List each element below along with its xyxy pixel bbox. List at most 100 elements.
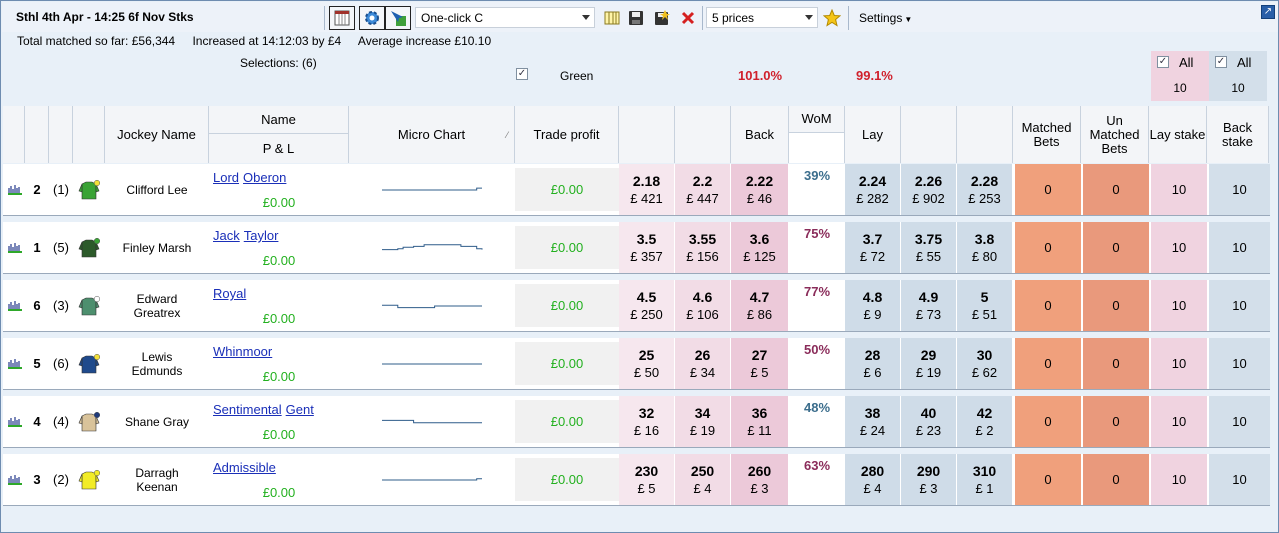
- lay-price-cell[interactable]: 310 £ 1: [957, 454, 1013, 505]
- back-price-cell[interactable]: 260 £ 3: [731, 454, 789, 505]
- green-checkbox[interactable]: ✓: [516, 68, 528, 80]
- back-price-cell[interactable]: 36 £ 11: [731, 396, 789, 447]
- header-back[interactable]: Back: [731, 106, 789, 163]
- lay-price-cell[interactable]: 2.26 £ 902: [901, 164, 957, 215]
- graph-cell[interactable]: [3, 222, 25, 273]
- back-price-cell[interactable]: 2.18 £ 421: [619, 164, 675, 215]
- runner-name-link[interactable]: Sentimental: [213, 402, 282, 417]
- lay-price-cell[interactable]: 40 £ 23: [901, 396, 957, 447]
- prices-select[interactable]: 5 prices: [706, 7, 818, 28]
- delete-button[interactable]: [675, 6, 701, 30]
- favourite-button[interactable]: [819, 6, 845, 30]
- back-stake-input[interactable]: 10: [1209, 338, 1270, 389]
- all-back-checkbox[interactable]: ✓: [1215, 56, 1227, 68]
- runner-name-link[interactable]: Jack: [213, 228, 240, 243]
- header-wom[interactable]: WoM: [789, 106, 845, 133]
- back-stake-input[interactable]: 10: [1209, 396, 1270, 447]
- columns-button[interactable]: [599, 6, 625, 30]
- lay-price-cell[interactable]: 28 £ 6: [845, 338, 901, 389]
- graph-cell[interactable]: [3, 280, 25, 331]
- header-lay-stake[interactable]: Lay stake: [1149, 106, 1207, 163]
- unmatched-bets[interactable]: 0: [1083, 164, 1149, 215]
- cursor-tool-button[interactable]: [385, 6, 411, 30]
- header-back-stake[interactable]: Back stake: [1207, 106, 1269, 163]
- lay-price-cell[interactable]: 4.8 £ 9: [845, 280, 901, 331]
- back-stake-input[interactable]: 10: [1209, 164, 1270, 215]
- header-jockey[interactable]: Jockey Name: [105, 106, 209, 163]
- header-trade-profit[interactable]: Trade profit: [515, 106, 619, 163]
- matched-bets[interactable]: 0: [1015, 338, 1081, 389]
- lay-stake-input[interactable]: 10: [1151, 164, 1207, 215]
- lay-price-cell[interactable]: 29 £ 19: [901, 338, 957, 389]
- back-stake-input[interactable]: 10: [1209, 454, 1270, 505]
- unmatched-bets[interactable]: 0: [1083, 222, 1149, 273]
- lay-price-cell[interactable]: 2.28 £ 253: [957, 164, 1013, 215]
- back-price-cell[interactable]: 25 £ 50: [619, 338, 675, 389]
- save-as-button[interactable]: [649, 6, 675, 30]
- lay-price-cell[interactable]: 2.24 £ 282: [845, 164, 901, 215]
- matched-bets[interactable]: 0: [1015, 454, 1081, 505]
- lay-stake-input[interactable]: 10: [1151, 280, 1207, 331]
- header-matched-bets[interactable]: Matched Bets: [1013, 106, 1081, 163]
- runner-name-link[interactable]: Gent: [286, 402, 314, 417]
- back-price-cell[interactable]: 32 £ 16: [619, 396, 675, 447]
- back-price-cell[interactable]: 250 £ 4: [675, 454, 731, 505]
- back-stake-input[interactable]: 10: [1209, 280, 1270, 331]
- settings-menu[interactable]: Settings ▼: [859, 11, 912, 25]
- header-name[interactable]: Name: [209, 106, 349, 134]
- settings-gear-button[interactable]: [359, 6, 385, 30]
- lay-price-cell[interactable]: 280 £ 4: [845, 454, 901, 505]
- graph-cell[interactable]: [3, 396, 25, 447]
- lay-price-cell[interactable]: 3.8 £ 80: [957, 222, 1013, 273]
- back-price-cell[interactable]: 230 £ 5: [619, 454, 675, 505]
- lay-price-cell[interactable]: 38 £ 24: [845, 396, 901, 447]
- back-stake-input[interactable]: 10: [1209, 222, 1270, 273]
- all-back-value[interactable]: 10: [1209, 81, 1267, 95]
- lay-price-cell[interactable]: 42 £ 2: [957, 396, 1013, 447]
- runner-name-link[interactable]: Royal: [213, 286, 246, 301]
- back-price-cell[interactable]: 26 £ 34: [675, 338, 731, 389]
- unmatched-bets[interactable]: 0: [1083, 454, 1149, 505]
- lay-stake-input[interactable]: 10: [1151, 338, 1207, 389]
- back-price-cell[interactable]: 3.5 £ 357: [619, 222, 675, 273]
- lay-price-cell[interactable]: 4.9 £ 73: [901, 280, 957, 331]
- runner-name-link[interactable]: Whinmoor: [213, 344, 272, 359]
- lay-price-cell[interactable]: 5 £ 51: [957, 280, 1013, 331]
- header-pl[interactable]: P & L: [209, 134, 349, 163]
- runner-name-link[interactable]: Admissible: [213, 460, 276, 475]
- all-lay-value[interactable]: 10: [1151, 81, 1209, 95]
- back-price-cell[interactable]: 4.7 £ 86: [731, 280, 789, 331]
- back-price-cell[interactable]: 4.5 £ 250: [619, 280, 675, 331]
- graph-cell[interactable]: [3, 338, 25, 389]
- lay-stake-input[interactable]: 10: [1151, 454, 1207, 505]
- lay-stake-input[interactable]: 10: [1151, 222, 1207, 273]
- matched-bets[interactable]: 0: [1015, 396, 1081, 447]
- header-unmatched-bets[interactable]: Un Matched Bets: [1081, 106, 1149, 163]
- one-click-select[interactable]: One-click C: [415, 7, 595, 28]
- lay-price-cell[interactable]: 3.75 £ 55: [901, 222, 957, 273]
- lay-price-cell[interactable]: 290 £ 3: [901, 454, 957, 505]
- unmatched-bets[interactable]: 0: [1083, 396, 1149, 447]
- back-price-cell[interactable]: 3.55 £ 156: [675, 222, 731, 273]
- back-price-cell[interactable]: 2.22 £ 46: [731, 164, 789, 215]
- graph-cell[interactable]: [3, 164, 25, 215]
- all-lay-checkbox[interactable]: ✓: [1157, 56, 1169, 68]
- lay-stake-input[interactable]: 10: [1151, 396, 1207, 447]
- back-price-cell[interactable]: 34 £ 19: [675, 396, 731, 447]
- header-micro-chart[interactable]: Micro Chart ⁄: [349, 106, 515, 163]
- matched-bets[interactable]: 0: [1015, 164, 1081, 215]
- back-price-cell[interactable]: 3.6 £ 125: [731, 222, 789, 273]
- graph-cell[interactable]: [3, 454, 25, 505]
- runner-name-link[interactable]: Lord: [213, 170, 239, 185]
- unmatched-bets[interactable]: 0: [1083, 338, 1149, 389]
- ladder-view-button[interactable]: [329, 6, 355, 30]
- back-price-cell[interactable]: 4.6 £ 106: [675, 280, 731, 331]
- lay-price-cell[interactable]: 3.7 £ 72: [845, 222, 901, 273]
- runner-name-link[interactable]: Taylor: [244, 228, 279, 243]
- popout-icon[interactable]: ↗: [1261, 5, 1275, 19]
- save-button[interactable]: [623, 6, 649, 30]
- lay-price-cell[interactable]: 30 £ 62: [957, 338, 1013, 389]
- runner-name-link[interactable]: Oberon: [243, 170, 286, 185]
- unmatched-bets[interactable]: 0: [1083, 280, 1149, 331]
- back-price-cell[interactable]: 2.2 £ 447: [675, 164, 731, 215]
